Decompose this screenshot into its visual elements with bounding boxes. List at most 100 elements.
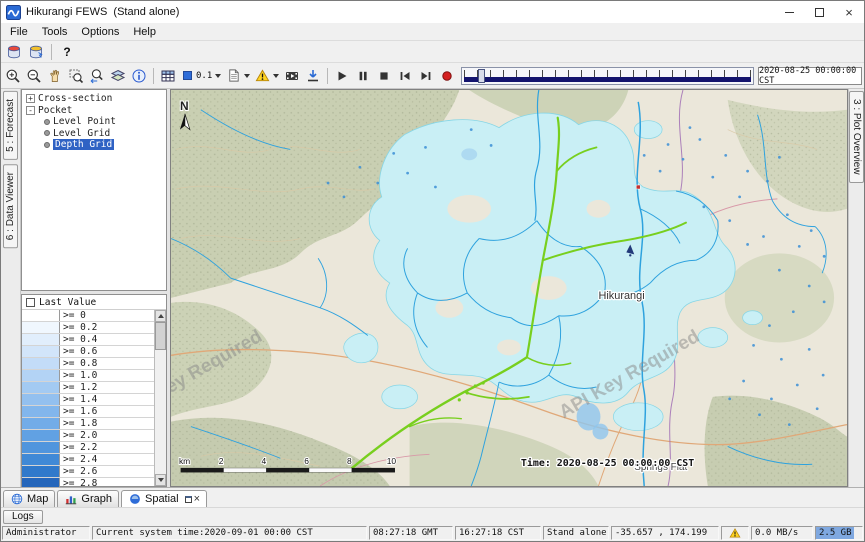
- left-panel: + Cross-section - Pocket Level Point Lev…: [21, 89, 167, 487]
- legend-label: >= 0: [60, 310, 86, 321]
- tab-data-viewer[interactable]: 6 : Data Viewer: [3, 164, 18, 248]
- tab-forecast[interactable]: 5 : Forecast: [3, 91, 18, 160]
- threshold-dropdown[interactable]: 0.1: [179, 66, 223, 86]
- zoom-previous-button[interactable]: [87, 66, 107, 86]
- timeline-thumb[interactable]: [478, 69, 485, 83]
- tree-item-pocket[interactable]: - Pocket: [22, 105, 166, 117]
- legend-body: >= 0 >= 0.2 >= 0.4 >= 0.6 >= 0.8 >= 1.0 …: [22, 310, 166, 486]
- legend-swatch: [22, 454, 60, 465]
- legend-row: >= 0: [22, 310, 154, 322]
- svg-text:10: 10: [387, 456, 397, 466]
- menu-help[interactable]: Help: [126, 24, 163, 40]
- legend-scrollbar[interactable]: [154, 310, 166, 486]
- zoom-extent-button[interactable]: [66, 66, 86, 86]
- scroll-down-icon[interactable]: [155, 474, 166, 486]
- svg-text:2: 2: [219, 456, 224, 466]
- legend-row: >= 1.6: [22, 406, 154, 418]
- pause-button[interactable]: [353, 66, 373, 86]
- last-value-checkbox[interactable]: [26, 298, 35, 307]
- legend-label: >= 0.8: [60, 358, 97, 369]
- tab-graph[interactable]: Graph: [57, 490, 119, 507]
- close-icon[interactable]: ×: [194, 494, 200, 505]
- threshold-value: 0.1: [196, 71, 212, 81]
- timeline-slider[interactable]: [461, 67, 754, 85]
- tab-plot-overview[interactable]: 3 : Plot Overview: [849, 91, 864, 183]
- toolbar-separator: [327, 68, 328, 84]
- app-window: Hikurangi FEWS (Stand alone) × File Tool…: [0, 0, 865, 542]
- scroll-up-icon[interactable]: [155, 310, 166, 322]
- tree-item-cross-section[interactable]: + Cross-section: [22, 93, 166, 105]
- document-dropdown[interactable]: [224, 66, 252, 86]
- layers-button[interactable]: [108, 66, 128, 86]
- tree-item-label: Pocket: [38, 105, 72, 116]
- status-gmt-time: 08:27:18 GMT: [369, 526, 453, 540]
- close-button[interactable]: ×: [834, 1, 864, 23]
- status-user: Administrator: [2, 526, 90, 540]
- tree-item-label: Depth Grid: [53, 139, 114, 150]
- minimize-button[interactable]: [774, 1, 804, 23]
- record-button[interactable]: [437, 66, 457, 86]
- map-toolbar: 0.1: [1, 63, 864, 89]
- warning-combo-icon: [255, 68, 270, 83]
- logs-button[interactable]: Logs: [3, 510, 43, 524]
- layer-node-icon: [44, 130, 50, 136]
- tab-label: Spatial: [145, 493, 179, 505]
- tree-item-level-grid[interactable]: Level Grid: [22, 128, 166, 140]
- legend-swatch: [22, 466, 60, 477]
- app-logo-icon: [6, 5, 21, 20]
- tree-item-level-point[interactable]: Level Point: [22, 116, 166, 128]
- expand-icon[interactable]: +: [26, 94, 35, 103]
- export-button[interactable]: [303, 66, 323, 86]
- play-icon: [334, 68, 350, 84]
- globe-icon: [10, 492, 24, 506]
- status-network-rate: 0.0 MB/s: [751, 526, 813, 540]
- tab-spatial[interactable]: Spatial ×: [121, 490, 207, 507]
- menu-options[interactable]: Options: [74, 24, 126, 40]
- tab-map[interactable]: Map: [3, 490, 55, 507]
- document-combo-icon: [226, 68, 241, 83]
- chart-icon: [64, 492, 78, 506]
- collapse-icon[interactable]: -: [26, 106, 35, 115]
- timeline-ticks: [464, 70, 751, 77]
- legend-swatch: [22, 382, 60, 393]
- timeline-bar: [464, 77, 751, 82]
- zoom-in-button[interactable]: [3, 66, 23, 86]
- menu-file[interactable]: File: [3, 24, 35, 40]
- database-yellow-button[interactable]: [26, 42, 46, 62]
- maximize-button[interactable]: [804, 1, 834, 23]
- legend-row: >= 2.2: [22, 442, 154, 454]
- info-button[interactable]: [129, 66, 149, 86]
- right-tab-strip: 3 : Plot Overview: [848, 89, 864, 487]
- legend-row: >= 0.2: [22, 322, 154, 334]
- legend-label: >= 0.4: [60, 334, 97, 345]
- step-back-icon: [397, 68, 413, 84]
- status-memory: 2.5 GB: [815, 526, 863, 540]
- chevron-down-icon: [244, 74, 250, 78]
- legend-row: >= 2.0: [22, 430, 154, 442]
- current-time-field[interactable]: 2020-08-25 00:00:00 CST: [758, 67, 862, 85]
- map-canvas[interactable]: API Key Required API Key Required Hikura…: [171, 90, 847, 486]
- play-button[interactable]: [332, 66, 352, 86]
- database-red-button[interactable]: [4, 42, 24, 62]
- chevron-down-icon: [273, 74, 279, 78]
- tab-label: Graph: [81, 493, 112, 505]
- menu-tools[interactable]: Tools: [35, 24, 75, 40]
- display-tab-bar: Map Graph Spatial ×: [1, 487, 864, 507]
- stop-button[interactable]: [374, 66, 394, 86]
- step-forward-button[interactable]: [416, 66, 436, 86]
- scrollbar-thumb[interactable]: [155, 322, 166, 350]
- logs-row: Logs: [1, 507, 864, 525]
- status-warning-cell[interactable]: [721, 526, 749, 540]
- map-viewport[interactable]: API Key Required API Key Required Hikura…: [170, 89, 848, 487]
- warning-dropdown[interactable]: [253, 66, 281, 86]
- grid-display-button[interactable]: [158, 66, 178, 86]
- help-button[interactable]: ?: [57, 42, 77, 62]
- stop-icon: [376, 68, 392, 84]
- zoom-out-button[interactable]: [24, 66, 44, 86]
- scrollbar-track[interactable]: [155, 322, 166, 474]
- pan-button[interactable]: [45, 66, 65, 86]
- animation-button[interactable]: [282, 66, 302, 86]
- step-back-button[interactable]: [395, 66, 415, 86]
- tree-item-depth-grid[interactable]: Depth Grid: [22, 139, 166, 151]
- float-icon[interactable]: [185, 496, 192, 503]
